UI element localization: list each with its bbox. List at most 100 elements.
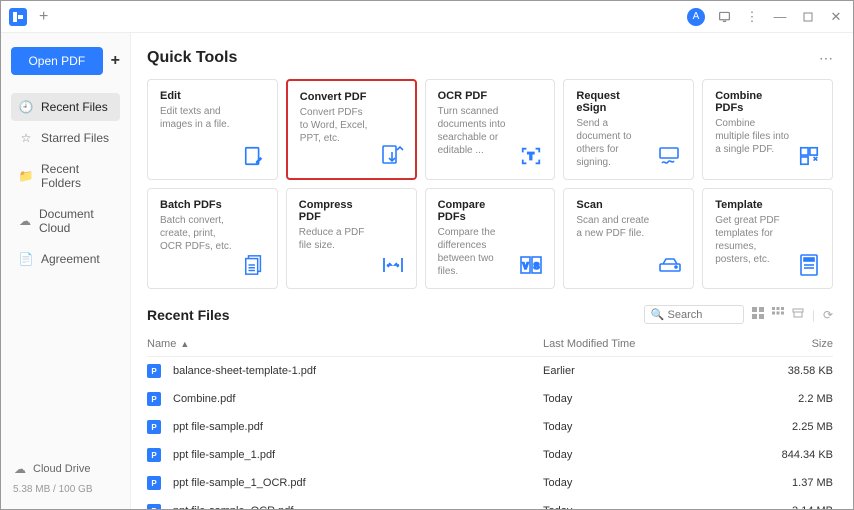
- minimize-button[interactable]: —: [771, 8, 789, 26]
- tool-card-edit[interactable]: EditEdit texts and images in a file.: [147, 79, 278, 180]
- card-title: Edit: [160, 90, 235, 102]
- file-modified: Today: [543, 477, 763, 489]
- card-title: Convert PDF: [300, 91, 373, 103]
- cloud-drive-item[interactable]: ☁ Cloud Drive: [11, 456, 120, 482]
- tool-card-request-esign[interactable]: Request eSign Send a document to others f…: [563, 79, 694, 180]
- file-row[interactable]: Pppt file-sample_OCR.pdf Today3.14 MB: [147, 497, 833, 509]
- file-modified: Today: [543, 505, 763, 509]
- search-icon: 🔍: [651, 308, 665, 321]
- refresh-icon[interactable]: ⟳: [823, 308, 833, 322]
- tool-card-scan[interactable]: ScanScan and create a new PDF file.: [563, 188, 694, 289]
- star-icon: ☆: [19, 131, 33, 145]
- archive-icon[interactable]: [792, 307, 804, 322]
- tool-card-compare-pdfs[interactable]: Compare PDFsCompare the differences betw…: [425, 188, 556, 289]
- card-subtitle: Get great PDF templates for resumes, pos…: [715, 214, 790, 266]
- card-subtitle: Turn scanned documents into searchable o…: [438, 105, 513, 157]
- file-row[interactable]: Pppt file-sample_1.pdf Today844.34 KB: [147, 441, 833, 469]
- sidebar-item-recent-files[interactable]: 🕘Recent Files: [11, 93, 120, 121]
- divider: |: [812, 308, 815, 322]
- file-row[interactable]: Pppt file-sample.pdfToday2.25 MB: [147, 413, 833, 441]
- tool-card-combine-pdfs[interactable]: Combine PDFsCombine multiple files into …: [702, 79, 833, 180]
- file-size: 2.2 MB: [763, 393, 833, 405]
- card-title: Scan: [576, 199, 651, 211]
- maximize-button[interactable]: [799, 8, 817, 26]
- sidebar-item-agreement[interactable]: 📄 Agreement: [11, 245, 120, 273]
- tool-card-batch-pdfs[interactable]: Batch PDFsBatch convert, create, print, …: [147, 188, 278, 289]
- quick-tools-menu-button[interactable]: ⋯: [819, 50, 833, 67]
- pdf-file-icon: P: [147, 420, 161, 434]
- svg-text:T: T: [528, 152, 535, 163]
- sidebar-item-document-cloud[interactable]: ☁Document Cloud: [11, 200, 120, 242]
- sidebar-item-starred-files[interactable]: ☆Starred Files: [11, 124, 120, 152]
- file-row[interactable]: Pbalance-sheet-template-1.pdfEarlier38.5…: [147, 357, 833, 385]
- sidebar-item-label: Recent Files: [41, 100, 108, 114]
- sidebar: Open PDF + 🕘Recent Files ☆Starred Files 📁 R…: [1, 33, 131, 509]
- sidebar-item-label: Recent Folders: [41, 162, 112, 190]
- file-size: 3.14 MB: [763, 505, 833, 509]
- new-tab-button[interactable]: +: [39, 8, 48, 26]
- doc-icon: 📄: [19, 252, 33, 266]
- file-modified: Today: [543, 421, 763, 433]
- user-avatar[interactable]: A: [687, 8, 705, 26]
- card-title: OCR PDF: [438, 90, 513, 102]
- card-subtitle: Convert PDFs to Word, Excel, PPT, etc.: [300, 106, 373, 145]
- search-input[interactable]: [668, 309, 740, 321]
- card-subtitle: Combine multiple files into a single PDF…: [715, 117, 790, 156]
- app-logo-icon: [9, 8, 27, 26]
- tool-card-compress-pdf[interactable]: Compress PDFReduce a PDF file size.: [286, 188, 417, 289]
- title-bar: + A ⋮ — ✕: [1, 1, 853, 33]
- storage-usage: 5.38 MB / 100 GB: [11, 482, 120, 495]
- menu-dots-icon[interactable]: ⋮: [743, 8, 761, 26]
- file-name: ppt file-sample_1.pdf: [173, 449, 275, 461]
- file-name: ppt file-sample_OCR.pdf: [173, 505, 293, 509]
- file-modified: Today: [543, 449, 763, 461]
- sidebar-item-recent-folders[interactable]: 📁 Recent Folders: [11, 155, 120, 197]
- table-header: Name▲ Last Modified Time Size: [147, 334, 833, 357]
- message-icon[interactable]: [715, 8, 733, 26]
- file-size: 38.58 KB: [763, 365, 833, 377]
- file-name: Combine.pdf: [173, 393, 235, 405]
- tool-card-template[interactable]: TemplateGet great PDF templates for resu…: [702, 188, 833, 289]
- tool-card-convert-pdf[interactable]: Convert PDF Convert PDFs to Word, Excel, …: [286, 79, 417, 180]
- card-title: Request eSign: [576, 90, 651, 114]
- card-title: Compare PDFs: [438, 199, 513, 223]
- compare-icon: VS: [518, 252, 544, 278]
- svg-text:V: V: [523, 261, 529, 271]
- search-input-wrapper[interactable]: 🔍: [644, 305, 744, 324]
- cloud-icon: ☁: [19, 214, 31, 228]
- pdf-file-icon: P: [147, 392, 161, 406]
- pdf-file-icon: P: [147, 504, 161, 509]
- file-name: ppt file-sample.pdf: [173, 421, 263, 433]
- convert-icon: [379, 142, 405, 168]
- edit-icon: [241, 143, 267, 169]
- file-row[interactable]: Pppt file-sample_1_OCR.pdf Today1.37 MB: [147, 469, 833, 497]
- col-name-header[interactable]: Name▲: [147, 338, 543, 350]
- view-list-icon[interactable]: [752, 307, 764, 322]
- file-modified: Earlier: [543, 365, 763, 377]
- sort-asc-icon: ▲: [180, 339, 189, 349]
- file-size: 844.34 KB: [763, 449, 833, 461]
- pdf-file-icon: P: [147, 476, 161, 490]
- add-file-button[interactable]: +: [111, 52, 120, 70]
- col-modified-header[interactable]: Last Modified Time: [543, 338, 763, 350]
- pdf-file-icon: P: [147, 364, 161, 378]
- compress-icon: [380, 252, 406, 278]
- batch-icon: [241, 252, 267, 278]
- close-button[interactable]: ✕: [827, 8, 845, 26]
- ocr-icon: T: [518, 143, 544, 169]
- view-grid-icon[interactable]: [772, 307, 784, 322]
- open-pdf-button[interactable]: Open PDF: [11, 47, 103, 75]
- svg-text:S: S: [534, 261, 540, 271]
- cloud-icon: ☁: [13, 462, 27, 476]
- folder-icon: 📁: [19, 169, 33, 183]
- file-name: ppt file-sample_1_OCR.pdf: [173, 477, 306, 489]
- file-size: 1.37 MB: [763, 477, 833, 489]
- card-subtitle: Send a document to others for signing.: [576, 117, 651, 169]
- quick-tools-title: Quick Tools: [147, 49, 237, 67]
- sidebar-item-label: Agreement: [41, 252, 100, 266]
- card-subtitle: Reduce a PDF file size.: [299, 226, 374, 252]
- file-row[interactable]: PCombine.pdfToday2.2 MB: [147, 385, 833, 413]
- pdf-file-icon: P: [147, 448, 161, 462]
- col-size-header[interactable]: Size: [763, 338, 833, 350]
- tool-card-ocr-pdf[interactable]: OCR PDF Turn scanned documents into searc…: [425, 79, 556, 180]
